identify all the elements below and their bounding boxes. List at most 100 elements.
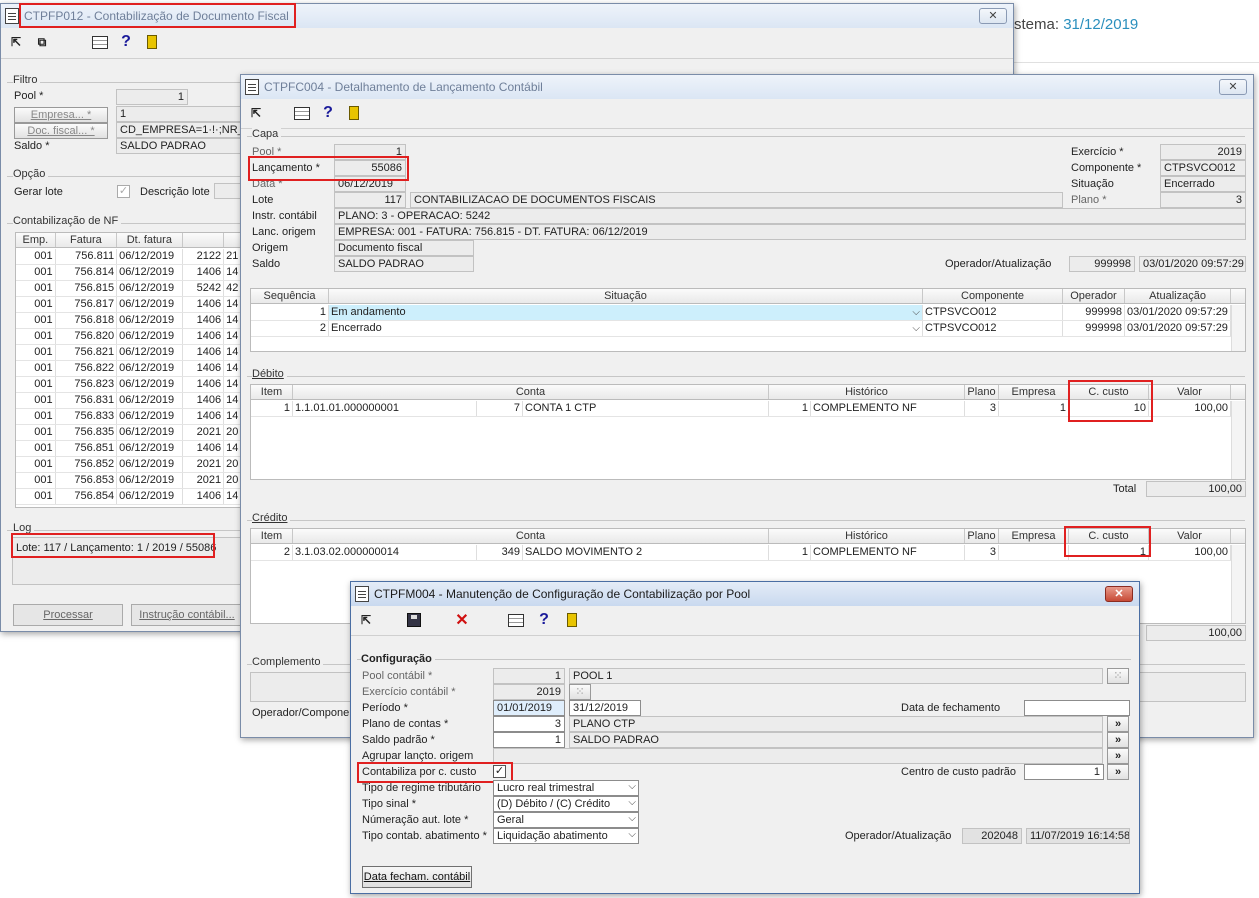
first-record-icon[interactable]: ⇱ xyxy=(357,611,375,629)
sequencia-scrollbar[interactable] xyxy=(1231,305,1245,351)
table-row[interactable]: 001 756.853 06/12/2019 2021 20 xyxy=(16,473,246,489)
credito-scrollbar[interactable] xyxy=(1231,545,1245,623)
instrucao-contabil-button[interactable]: Instrução contábil... xyxy=(131,604,243,626)
save-icon[interactable] xyxy=(405,611,423,629)
contabiliza-ccusto-checkbox[interactable]: ✓ xyxy=(493,765,506,778)
col-empresa[interactable]: Empresa xyxy=(999,529,1069,543)
regime-select[interactable]: Lucro real trimestral ⌵ xyxy=(493,780,639,796)
col-c-custo[interactable]: C. custo xyxy=(1069,529,1149,543)
titlebar[interactable]: CTPFP012 - Contabilização de Documento F… xyxy=(1,4,1013,28)
first-record-icon[interactable]: ⇱ xyxy=(7,33,25,51)
chevron-down-icon[interactable]: ⌵ xyxy=(628,829,636,840)
lote-field[interactable]: 117 xyxy=(334,192,406,208)
doc-fiscal-button[interactable]: Doc. fiscal... * xyxy=(14,123,108,139)
close-button[interactable]: ✕ xyxy=(1105,586,1133,602)
table-row[interactable]: 001 756.820 06/12/2019 1406 14 xyxy=(16,329,246,345)
agrupar-lookup-button[interactable]: » xyxy=(1107,748,1129,764)
exit-icon[interactable] xyxy=(143,33,161,51)
col-c-custo[interactable]: C. custo xyxy=(1069,385,1149,399)
col-plano[interactable]: Plano xyxy=(965,385,999,399)
empresa-field[interactable]: 1 xyxy=(116,106,246,122)
exit-icon[interactable] xyxy=(563,611,581,629)
debito-scrollbar[interactable] xyxy=(1231,401,1245,479)
table-row[interactable]: 2 3.1.03.02.000000014 349 SALDO MOVIMENT… xyxy=(251,545,1245,561)
delete-icon[interactable]: ✕ xyxy=(453,611,471,629)
saldo-field[interactable]: SALDO PADRAO xyxy=(334,256,474,272)
table-row[interactable]: 1 1.1.01.01.000000001 7 CONTA 1 CTP 1 CO… xyxy=(251,401,1245,417)
first-record-icon[interactable]: ⇱ xyxy=(247,104,265,122)
help-icon[interactable]: ? xyxy=(319,104,337,122)
lote-desc-field[interactable]: CONTABILIZACAO DE DOCUMENTOS FISCAIS xyxy=(410,192,1063,208)
centro-custo-field[interactable]: 1 xyxy=(1024,764,1104,780)
sinal-select[interactable]: (D) Débito / (C) Crédito ⌵ xyxy=(493,796,639,812)
pool-field[interactable]: 1 xyxy=(116,89,188,105)
chevron-down-icon[interactable]: ⌵ xyxy=(628,797,636,808)
col-empresa[interactable]: Empresa xyxy=(999,385,1069,399)
grid-icon[interactable] xyxy=(507,611,525,629)
table-row[interactable]: 2 Encerrado ⌵ CTPSVCO012 999998 03/01/202… xyxy=(251,321,1245,337)
col-dt-fatura[interactable]: Dt. fatura xyxy=(117,233,183,247)
periodo-inicio-field[interactable]: 01/01/2019 xyxy=(493,700,565,716)
exercicio-field[interactable]: 2019 xyxy=(1160,144,1246,160)
grid-icon[interactable] xyxy=(91,33,109,51)
col-4[interactable] xyxy=(183,233,225,247)
chevron-down-icon[interactable]: ⌵ xyxy=(912,305,920,320)
pool-lookup-button[interactable]: ⁙ xyxy=(1107,668,1129,684)
help-icon[interactable]: ? xyxy=(535,611,553,629)
pool-contabil-field[interactable]: 1 xyxy=(493,668,565,684)
table-row[interactable]: 001 756.811 06/12/2019 2122 21 xyxy=(16,249,246,265)
table-row[interactable]: 001 756.822 06/12/2019 1406 14 xyxy=(16,361,246,377)
numeracao-select[interactable]: Geral ⌵ xyxy=(493,812,639,828)
empresa-button[interactable]: Empresa... * xyxy=(14,107,108,123)
cell-situacao[interactable]: Em andamento ⌵ xyxy=(329,305,923,320)
col-conta[interactable]: Conta xyxy=(293,529,769,543)
saldo-lookup-button[interactable]: » xyxy=(1107,732,1129,748)
col-item[interactable]: Item xyxy=(251,385,293,399)
plano-field[interactable]: 3 xyxy=(1160,192,1246,208)
col-operador[interactable]: Operador xyxy=(1063,289,1125,303)
col-valor[interactable]: Valor xyxy=(1149,385,1231,399)
saldo-field[interactable]: SALDO PADRAO xyxy=(116,138,246,154)
table-row[interactable]: 001 756.833 06/12/2019 1406 14 xyxy=(16,409,246,425)
chevron-down-icon[interactable]: ⌵ xyxy=(628,813,636,824)
help-icon[interactable]: ? xyxy=(117,33,135,51)
table-row[interactable]: 001 756.814 06/12/2019 1406 14 xyxy=(16,265,246,281)
table-row[interactable]: 001 756.823 06/12/2019 1406 14 xyxy=(16,377,246,393)
cell-situacao[interactable]: Encerrado ⌵ xyxy=(329,321,923,336)
data-fecham-contabil-button[interactable]: Data fecham. contábil xyxy=(362,866,472,888)
col-sequencia[interactable]: Sequência xyxy=(251,289,329,303)
table-row[interactable]: 001 756.852 06/12/2019 2021 20 xyxy=(16,457,246,473)
grid-icon[interactable] xyxy=(293,104,311,122)
saldo-padrao-field[interactable]: 1 xyxy=(493,732,565,748)
plano-lookup-button[interactable]: » xyxy=(1107,716,1129,732)
col-componente[interactable]: Componente xyxy=(923,289,1063,303)
titlebar[interactable]: CTPFC004 - Detalhamento de Lançamento Co… xyxy=(241,75,1253,99)
operador-field[interactable]: 999998 xyxy=(1069,256,1135,272)
doc-fiscal-field[interactable]: CD_EMPRESA=1·!·;NR_FA xyxy=(116,122,246,138)
exercicio-lookup-button[interactable]: ⁙ xyxy=(569,684,591,700)
table-row[interactable]: 001 756.835 06/12/2019 2021 20 xyxy=(16,425,246,441)
col-emp[interactable]: Emp. xyxy=(16,233,56,247)
situacao-field[interactable]: Encerrado xyxy=(1160,176,1246,192)
origem-field[interactable]: Documento fiscal xyxy=(334,240,474,256)
col-conta[interactable]: Conta xyxy=(293,385,769,399)
col-plano[interactable]: Plano xyxy=(965,529,999,543)
periodo-fim-field[interactable]: 31/12/2019 xyxy=(569,700,641,716)
pool-field[interactable]: 1 xyxy=(334,144,406,160)
col-fatura[interactable]: Fatura xyxy=(56,233,118,247)
processar-button[interactable]: Processar xyxy=(13,604,123,626)
abatimento-select[interactable]: Liquidação abatimento ⌵ xyxy=(493,828,639,844)
data-fechamento-field[interactable] xyxy=(1024,700,1130,716)
table-row[interactable]: 001 756.818 06/12/2019 1406 14 xyxy=(16,313,246,329)
table-row[interactable]: 001 756.854 06/12/2019 1406 14 xyxy=(16,489,246,505)
table-row[interactable]: 001 756.821 06/12/2019 1406 14 xyxy=(16,345,246,361)
col-valor[interactable]: Valor xyxy=(1149,529,1231,543)
copy-icon[interactable]: ⧉ xyxy=(33,33,51,51)
chevron-down-icon[interactable]: ⌵ xyxy=(628,781,636,792)
agrupar-field[interactable] xyxy=(493,748,1103,764)
centro-lookup-button[interactable]: » xyxy=(1107,764,1129,780)
table-row[interactable]: 001 756.851 06/12/2019 1406 14 xyxy=(16,441,246,457)
plano-contas-field[interactable]: 3 xyxy=(493,716,565,732)
col-historico[interactable]: Histórico xyxy=(769,385,965,399)
col-historico[interactable]: Histórico xyxy=(769,529,965,543)
